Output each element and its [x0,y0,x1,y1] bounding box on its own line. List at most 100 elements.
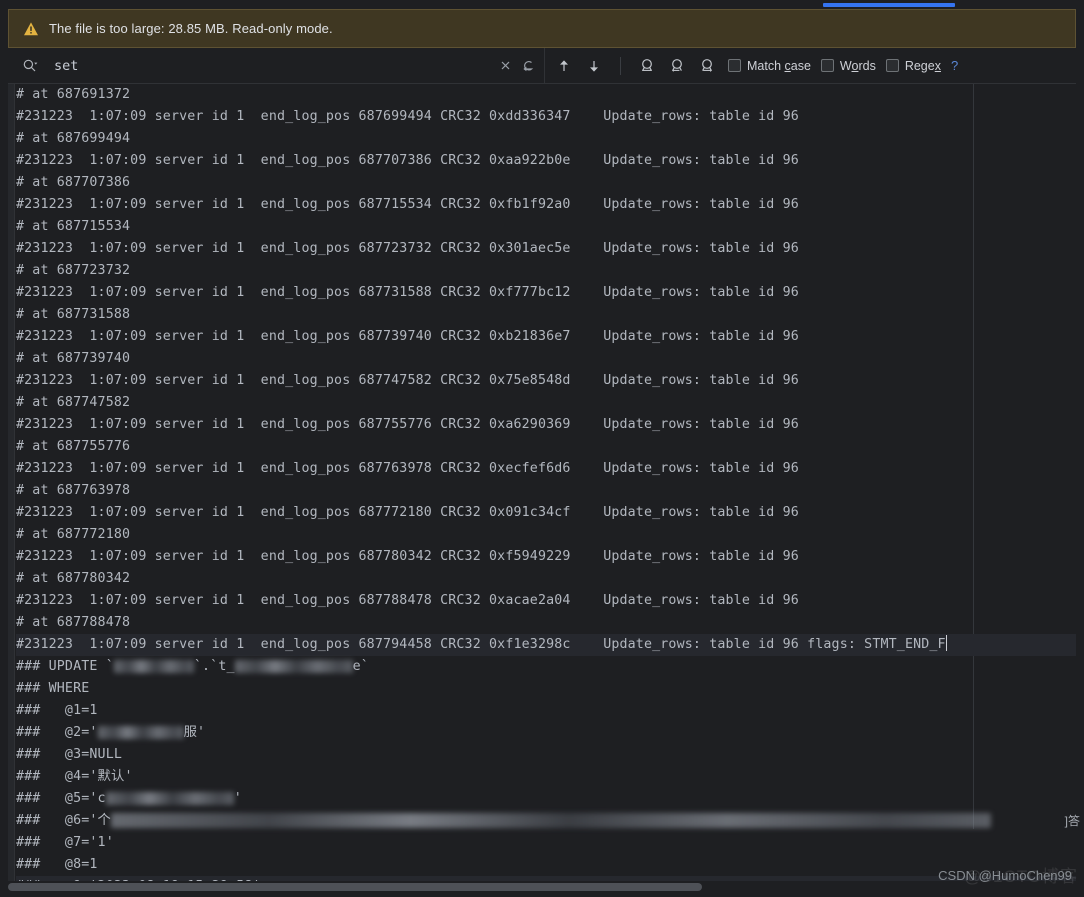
search-history-button[interactable] [516,55,538,77]
binlog-line: # at 687763978 [16,480,1076,502]
code-text: #231223 1:07:09 server id 1 end_log_pos … [16,373,799,388]
binlog-line: #231223 1:07:09 server id 1 end_log_pos … [16,370,1076,392]
regex-help-link[interactable]: ? [951,58,958,73]
horizontal-scrollbar-thumb[interactable] [8,883,702,891]
binlog-line: # at 687780342 [16,568,1076,590]
find-next-occurrence-button[interactable] [696,55,718,77]
sql-update-line: ### UPDATE ` `.`t_ e` [16,656,1076,678]
code-text: ### @6='个 [16,813,112,828]
binlog-line: # at 687707386 [16,172,1076,194]
binlog-line: # at 687691372 [16,84,1076,106]
sql-value-line: ### @2=' 服' [16,722,1076,744]
editor-tab-strip [0,0,1084,9]
sql-value-line: ### @1=1 [16,700,1076,722]
sql-value-line: ### @6='个 [16,810,1076,832]
code-text: #231223 1:07:09 server id 1 end_log_pos … [16,637,946,652]
find-previous-icon[interactable] [669,57,686,74]
binlog-line: #231223 1:07:09 server id 1 end_log_pos … [16,414,1076,436]
regex-option[interactable]: Regex [885,59,941,73]
search-icon[interactable] [22,58,38,74]
sql-value-line: ### @5='c ' [16,788,1076,810]
regex-checkbox[interactable] [885,59,899,72]
code-text: ' [233,791,242,806]
sql-value-line: ### @3=NULL [16,744,1076,766]
binlog-line: # at 687772180 [16,524,1076,546]
code-text: #231223 1:07:09 server id 1 end_log_pos … [16,417,799,432]
words-option[interactable]: Words [820,59,876,73]
editor-text-content[interactable]: # at 687691372 #231223 1:07:09 server id … [8,84,1076,881]
active-tab-indicator[interactable] [823,3,955,7]
code-text: ### @8=1 [16,857,98,872]
binlog-line: # at 687731588 [16,304,1076,326]
find-navigation-group [553,55,718,77]
binlog-line: #231223 1:07:09 server id 1 end_log_pos … [16,238,1076,260]
code-text: ### @1=1 [16,703,98,718]
sql-value-line: ### @7='1' [16,832,1076,854]
code-text: # at 687755776 [16,439,131,454]
binlog-line: #231223 1:07:09 server id 1 end_log_pos … [16,502,1076,524]
code-text: e` [352,659,369,674]
code-text: #231223 1:07:09 server id 1 end_log_pos … [16,285,799,300]
search-input[interactable] [40,57,494,74]
code-text: # at 687707386 [16,175,131,190]
code-text: `.`t_ [193,659,235,674]
code-text: # at 687772180 [16,527,131,542]
redacted-text-blur [113,659,194,673]
sql-value-line: ### @4='默认' [16,766,1076,788]
code-text: #231223 1:07:09 server id 1 end_log_pos … [16,461,799,476]
binlog-line: # at 687715534 [16,216,1076,238]
code-text: ### @5='c [16,791,106,806]
find-previous-button[interactable] [553,55,575,77]
search-field-container[interactable] [8,48,538,84]
clear-search-button[interactable] [494,55,516,77]
code-text: # at 687715534 [16,219,131,234]
code-text: ### UPDATE ` [16,659,114,674]
binlog-line: # at 687699494 [16,128,1076,150]
arrow-down-icon[interactable] [586,58,602,74]
warning-triangle-icon [24,21,38,35]
code-text: # at 687788478 [16,615,131,630]
code-text: #231223 1:07:09 server id 1 end_log_pos … [16,329,799,344]
toolbar-divider [544,47,545,84]
match-case-label: Match case [747,58,811,73]
find-next-icon[interactable] [699,57,716,74]
code-text: ### @2=' [16,725,98,740]
text-caret [945,635,948,651]
code-text: # at 687699494 [16,131,131,146]
match-case-option[interactable]: Match case [728,59,811,73]
editor-gutter [8,84,15,881]
notification-message: The file is too large: 28.85 MB. Read-on… [49,21,333,36]
find-next-button[interactable] [583,55,605,77]
toolbar-divider-2 [620,56,621,75]
code-text: # at 687780342 [16,571,131,586]
code-text: # at 687763978 [16,483,131,498]
horizontal-scrollbar[interactable] [8,881,1076,892]
words-checkbox[interactable] [820,59,834,72]
binlog-line: # at 687739740 [16,348,1076,370]
binlog-line: #231223 1:07:09 server id 1 end_log_pos … [16,282,1076,304]
binlog-line: # at 687755776 [16,436,1076,458]
arrow-up-icon[interactable] [556,58,572,74]
code-text: #231223 1:07:09 server id 1 end_log_pos … [16,197,799,212]
file-too-large-notification: The file is too large: 28.85 MB. Read-on… [8,9,1076,48]
code-text: #231223 1:07:09 server id 1 end_log_pos … [16,241,799,256]
code-text: #231223 1:07:09 server id 1 end_log_pos … [16,549,799,564]
restore-arrow-icon[interactable] [519,58,535,74]
code-text: # at 687739740 [16,351,131,366]
code-text: # at 687747582 [16,395,131,410]
find-previous-occurrence-button[interactable] [666,55,688,77]
find-all-icon[interactable] [639,57,656,74]
ide-window: The file is too large: 28.85 MB. Read-on… [0,0,1084,897]
binlog-line: #231223 1:07:09 server id 1 end_log_pos … [16,546,1076,568]
match-case-checkbox[interactable] [728,59,741,72]
code-text: ### WHERE [16,681,90,696]
sql-value-line: ### @8=1 [16,854,1076,876]
editor-viewport[interactable]: # at 687691372 #231223 1:07:09 server id … [8,84,1076,881]
code-text: # at 687723732 [16,263,131,278]
select-all-occurrences-button[interactable] [636,55,658,77]
find-toolbar: Match case Words Regex ? [8,47,1076,84]
code-text: # at 687691372 [16,87,131,102]
close-x-icon[interactable] [499,59,512,72]
redacted-text-blur [234,659,353,673]
binlog-line: #231223 1:07:09 server id 1 end_log_pos … [16,590,1076,612]
